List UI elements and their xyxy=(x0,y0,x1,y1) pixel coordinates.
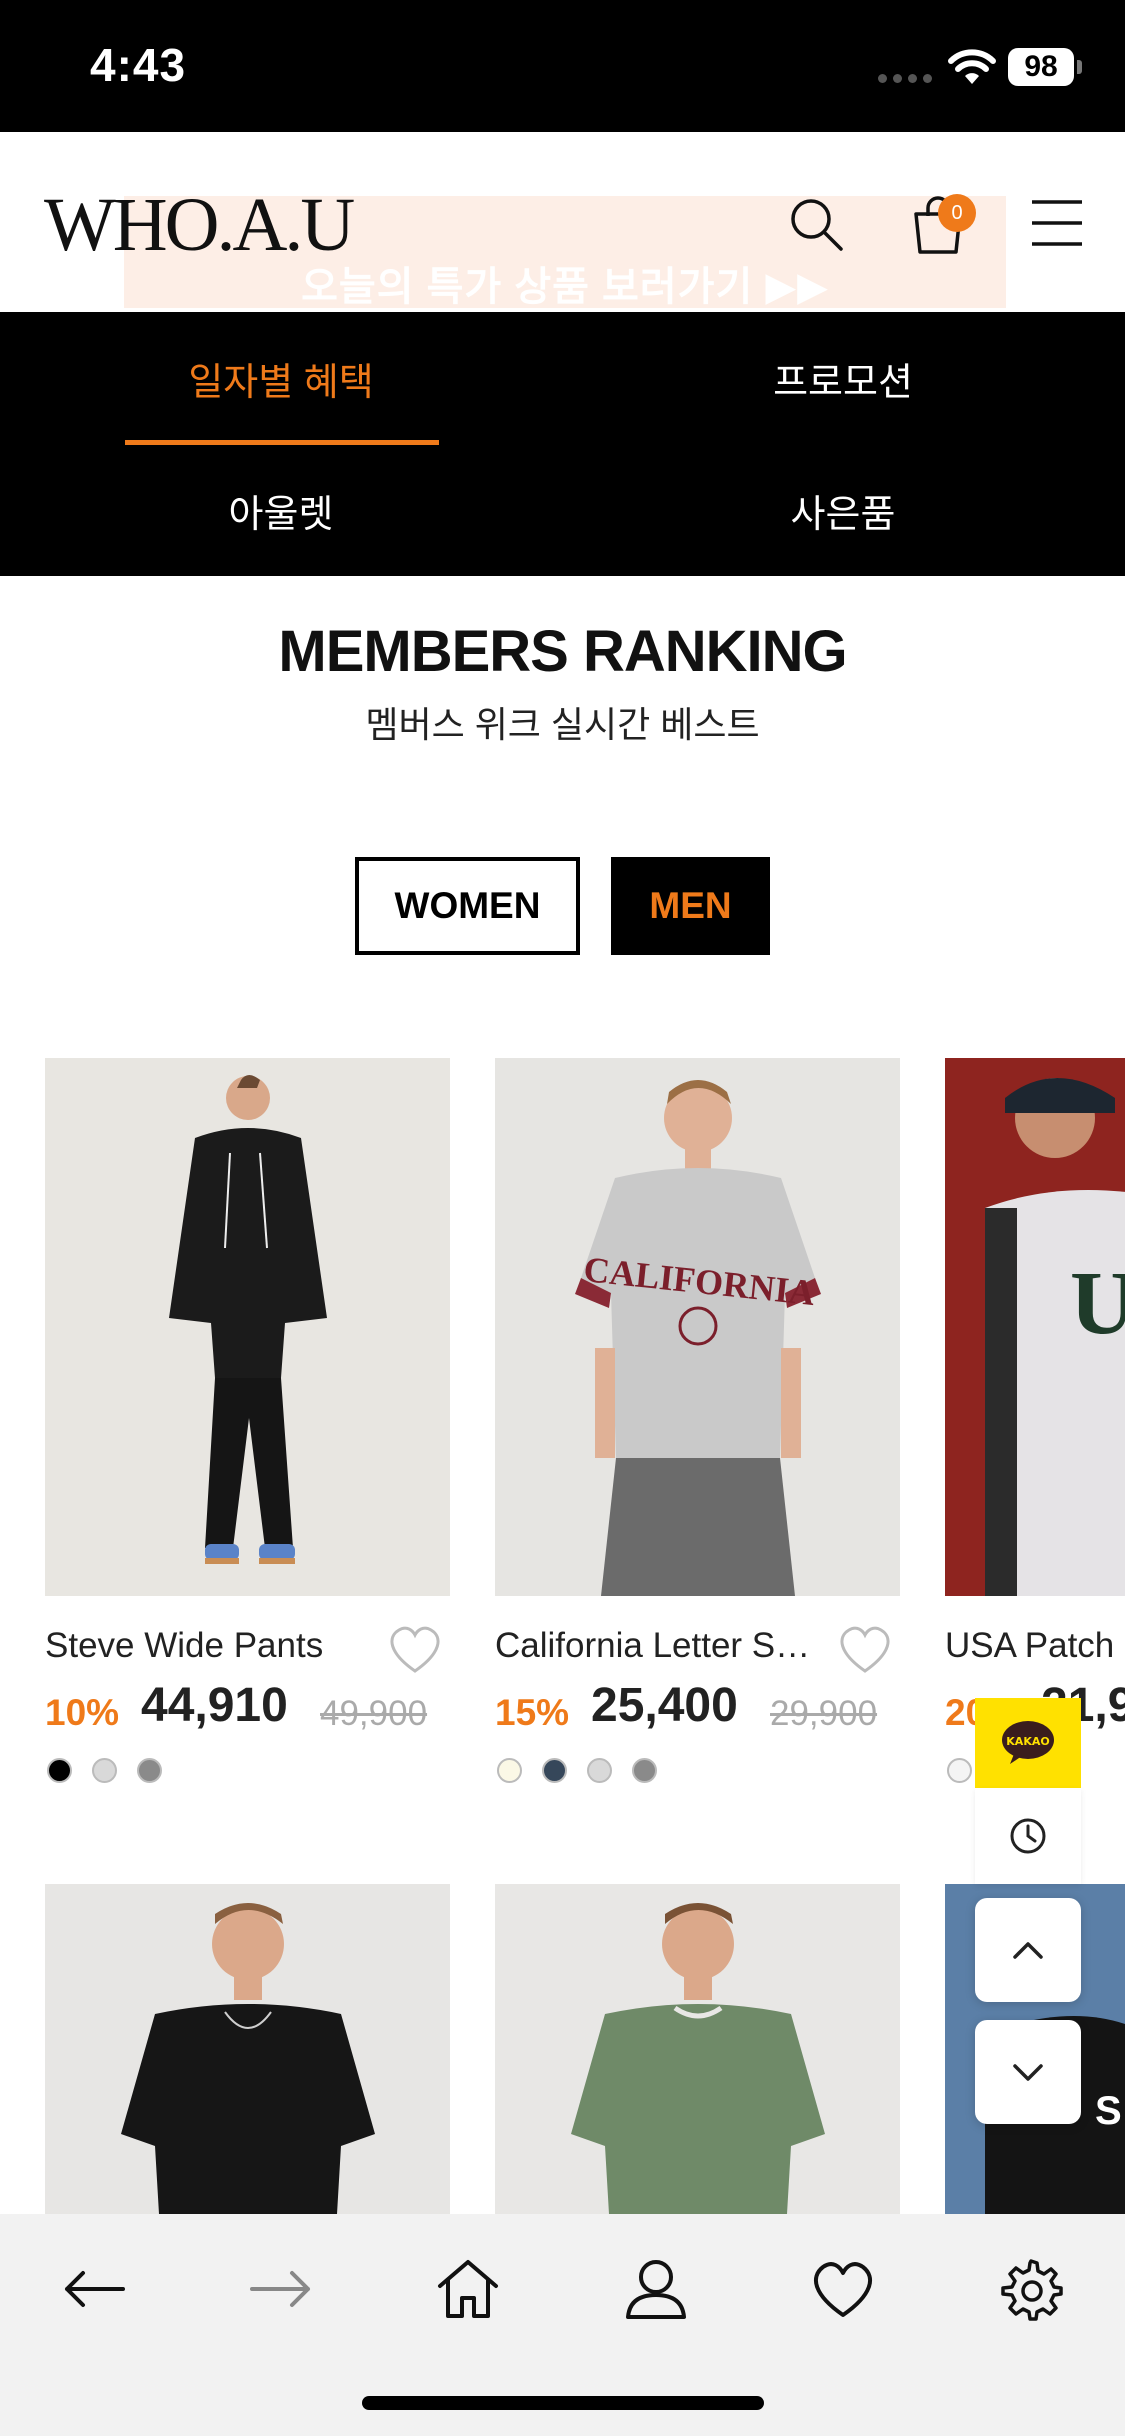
ranking-title: MEMBERS RANKING xyxy=(278,619,847,684)
hamburger-menu-icon[interactable] xyxy=(1028,194,1086,252)
status-bar: 4:43 98 xyxy=(0,0,1125,132)
discount-rate: 15% xyxy=(495,1692,570,1733)
product-name[interactable]: Steve Wide Pants xyxy=(45,1626,375,1666)
sale-price: 25,400 xyxy=(591,1679,738,1732)
battery-tip xyxy=(1077,60,1082,74)
battery-indicator: 98 xyxy=(1008,48,1074,86)
kakao-chat-icon: KAKAO xyxy=(1002,1721,1054,1764)
color-swatches xyxy=(497,1758,657,1783)
kakao-chat-button[interactable]: KAKAO xyxy=(975,1698,1081,1788)
color-swatch[interactable] xyxy=(947,1758,972,1783)
scroll-to-top-button[interactable] xyxy=(975,1898,1081,2002)
original-price: 29,900 xyxy=(770,1694,878,1733)
home-icon xyxy=(438,2260,498,2318)
tab-daily-benefits[interactable]: 일자별 혜택 xyxy=(0,312,562,444)
product-image-steve-wide-pants[interactable] xyxy=(45,1058,450,1596)
color-swatch[interactable] xyxy=(497,1758,522,1783)
svg-text:S: S xyxy=(1095,2089,1122,2133)
likes-button[interactable] xyxy=(793,2244,893,2334)
status-time: 4:43 xyxy=(90,39,187,91)
product-card[interactable]: Steve Wide Pants 10% 44,910 49,900 xyxy=(45,1058,450,1798)
site-header: 오늘의 특가 상품 보러가기 ▶▶ WHO.A.U 0 xyxy=(0,132,1125,312)
forward-button[interactable] xyxy=(231,2244,331,2334)
heart-outline-icon[interactable] xyxy=(385,1623,445,1675)
recent-viewed-button[interactable] xyxy=(975,1788,1081,1884)
chevron-down-icon xyxy=(1013,2064,1043,2081)
product-name[interactable]: California Letter S… xyxy=(495,1626,825,1666)
search-icon[interactable] xyxy=(786,194,846,254)
color-swatch[interactable] xyxy=(137,1758,162,1783)
arrow-right-icon xyxy=(250,2271,310,2307)
product-image-green-tee[interactable] xyxy=(495,1884,900,2214)
arrow-left-icon xyxy=(65,2271,125,2307)
color-swatches xyxy=(947,1758,972,1783)
product-card[interactable]: CALIFORNIA California Letter S… 15% 25,4… xyxy=(495,1058,900,1798)
product-image-california-letter-tee[interactable]: CALIFORNIA xyxy=(495,1058,900,1596)
color-swatch[interactable] xyxy=(542,1758,567,1783)
cart-count-badge: 0 xyxy=(938,194,976,232)
chevron-up-icon xyxy=(1013,1942,1043,1959)
product-image-usa-patch[interactable]: U xyxy=(945,1058,1125,1596)
color-swatches xyxy=(47,1758,162,1783)
product-card[interactable]: U USA Patch 20 21,9 xyxy=(945,1058,1125,1798)
category-nav: 일자별 혜택 프로모션 아울렛 사은품 xyxy=(0,312,1125,576)
user-icon xyxy=(626,2260,686,2319)
color-swatch[interactable] xyxy=(587,1758,612,1783)
clock-icon xyxy=(1010,1818,1046,1854)
svg-text:U: U xyxy=(1070,1254,1125,1353)
women-filter-button[interactable]: WOMEN xyxy=(355,857,580,955)
kakao-label: KAKAO xyxy=(1006,1735,1049,1748)
gear-icon xyxy=(1001,2259,1063,2321)
scroll-to-bottom-button[interactable] xyxy=(975,2020,1081,2124)
wifi-icon xyxy=(948,49,996,84)
cellular-signal-icon xyxy=(878,74,932,83)
brand-logo[interactable]: WHO.A.U xyxy=(44,182,355,269)
product-name[interactable]: USA Patch xyxy=(945,1626,1125,1666)
tab-gifts[interactable]: 사은품 xyxy=(562,444,1124,576)
back-button[interactable] xyxy=(44,2244,144,2334)
tab-promotion[interactable]: 프로모션 xyxy=(562,312,1124,444)
heart-outline-icon[interactable] xyxy=(835,1623,895,1675)
sale-price: 44,910 xyxy=(141,1679,288,1732)
my-page-button[interactable] xyxy=(606,2244,706,2334)
color-swatch[interactable] xyxy=(92,1758,117,1783)
product-image-black-tee[interactable] xyxy=(45,1884,450,2214)
color-swatch[interactable] xyxy=(632,1758,657,1783)
home-button[interactable] xyxy=(418,2244,518,2334)
color-swatch[interactable] xyxy=(47,1758,72,1783)
discount-rate: 10% xyxy=(45,1692,120,1733)
ranking-subtitle: 멤버스 위크 실시간 베스트 xyxy=(365,704,760,745)
original-price: 49,900 xyxy=(320,1694,428,1733)
home-indicator xyxy=(362,2396,764,2410)
heart-icon xyxy=(813,2262,873,2317)
settings-button[interactable] xyxy=(981,2244,1081,2334)
men-filter-button[interactable]: MEN xyxy=(611,857,770,955)
tab-outlet[interactable]: 아울렛 xyxy=(0,444,562,576)
